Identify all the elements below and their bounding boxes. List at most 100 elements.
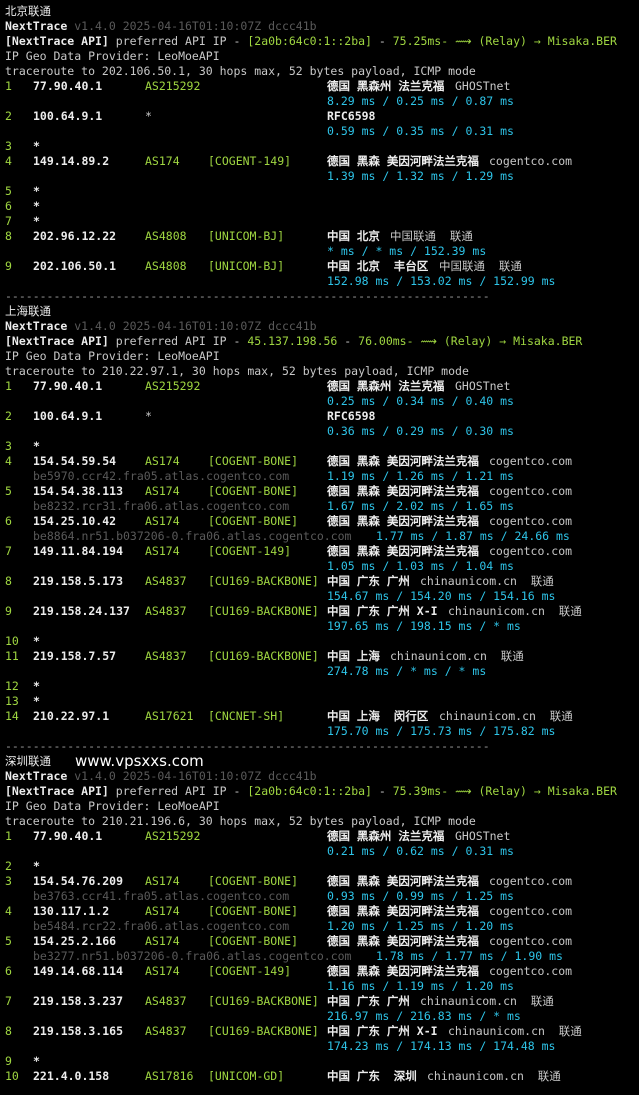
hop-tag: [COGENT-BONE] (208, 904, 299, 918)
hop-rtt: 1.67 ms / 2.02 ms / 1.65 ms (327, 499, 514, 513)
section-label-line: 上海联通 (5, 304, 639, 319)
hop-org: cogentco.com (489, 904, 573, 918)
hop-number: 6 (5, 964, 12, 978)
hop-number: 12 (5, 679, 19, 693)
api-ip: 45.137.198.56 (247, 334, 338, 348)
hop-row: 10 221.4.0.158 AS17816 [UNICOM-GD] 中国 广东 深圳 c… (5, 1069, 639, 1084)
hop-ip: * (33, 214, 40, 228)
api-latency: 76.00ms (358, 334, 407, 348)
hop-number: 11 (5, 649, 19, 663)
hop-number: 5 (5, 934, 12, 948)
hop-asn: AS4808 (145, 259, 187, 273)
hop-ip: 77.90.40.1 (33, 79, 103, 93)
hop-number: 9 (5, 604, 12, 618)
section-label: 深圳联通 (5, 754, 51, 768)
hop-tag: [CU169-BACKBONE] (208, 649, 319, 663)
hop-tag: [CU169-BACKBONE] (208, 994, 319, 1008)
terminal-output: 北京联通 NextTrace v1.4.0 2025-04-16T01:10:07… (0, 0, 639, 1084)
api-prefix: [NextTrace API] (5, 334, 109, 348)
hop-asn: AS174 (145, 934, 180, 948)
hop-row: 1 77.90.40.1 AS215292 德国 黑森州 法兰克福 GHOSTnet (5, 829, 639, 844)
hop-rtt: 197.65 ms / 198.15 ms / * ms (327, 619, 521, 633)
traceroute-header: traceroute to 202.106.50.1, 30 hops max,… (5, 64, 476, 78)
hop-org: GHOSTnet (455, 829, 511, 843)
hop-ip: * (33, 184, 40, 198)
geo-provider-line: IP Geo Data Provider: LeoMoeAPI (5, 349, 639, 364)
hop-asn: AS215292 (145, 379, 201, 393)
hop-number: 8 (5, 229, 12, 243)
hop-row: 7 219.158.3.237 AS4837 [CU169-BACKBONE] 中国 广… (5, 994, 639, 1009)
hop-geo: RFC6598 (327, 109, 376, 123)
hop-number: 1 (5, 379, 12, 393)
hop-ip: 221.4.0.158 (33, 1069, 110, 1083)
hop-number: 7 (5, 544, 12, 558)
traceroute-line: traceroute to 210.22.97.1, 30 hops max, … (5, 364, 639, 379)
hop-rtt: 274.78 ms / * ms / * ms (327, 664, 487, 678)
hop-org: cogentco.com (489, 544, 573, 558)
hop-rdns: be5484.rcr22.fra06.atlas.cogentco.com (33, 919, 290, 933)
hop-asn: AS215292 (145, 829, 201, 843)
hop-detail-row: 1.05 ms / 1.03 ms / 1.04 ms (5, 559, 639, 574)
geo-provider-line: IP Geo Data Provider: LeoMoeAPI (5, 49, 639, 64)
api-line: [NextTrace API] preferred API IP - 45.13… (5, 334, 639, 349)
hop-org: 中国联通 联通 (439, 259, 522, 273)
hop-number: 4 (5, 904, 12, 918)
hop-ip: 130.117.1.2 (33, 904, 110, 918)
api-relay: - ⟿ (Relay) → Misaka.BER (406, 334, 583, 348)
hop-rtt: 1.39 ms / 1.32 ms / 1.29 ms (327, 169, 514, 183)
hop-row: 7 * (5, 214, 639, 229)
hop-rtt: 174.23 ms / 174.13 ms / 174.48 ms (327, 1039, 556, 1053)
hop-row: 14 210.22.97.1 AS17621 [CNCNET-SH] 中国 上海 闵行区… (5, 709, 639, 724)
hop-number: 3 (5, 874, 12, 888)
hop-geo: 中国 广东 广州 (327, 994, 410, 1008)
hop-geo: 中国 北京 丰台区 (327, 259, 429, 273)
hop-rtt: 154.67 ms / 154.20 ms / 154.16 ms (327, 589, 556, 603)
hop-asn: AS4837 (145, 1024, 187, 1038)
hop-row: 2 100.64.9.1 * RFC6598 (5, 109, 639, 124)
hop-geo: 德国 黑森州 法兰克福 (327, 829, 445, 843)
hop-tag: [CU169-BACKBONE] (208, 604, 319, 618)
hop-row: 7 149.11.84.194 AS174 [COGENT-149] 德国 黑森 美因河… (5, 544, 639, 559)
hop-rtt: 1.20 ms / 1.25 ms / 1.20 ms (327, 919, 514, 933)
hop-detail-row: 216.97 ms / 216.83 ms / * ms (5, 1009, 639, 1024)
hop-row: 9 219.158.24.137 AS4837 [CU169-BACKBONE] 中国 … (5, 604, 639, 619)
section-label: 上海联通 (5, 304, 51, 318)
hop-ip: 100.64.9.1 (33, 409, 103, 423)
hop-tag: [UNICOM-GD] (208, 1069, 285, 1083)
geo-provider-line: IP Geo Data Provider: LeoMoeAPI (5, 799, 639, 814)
hop-tag: [UNICOM-BJ] (208, 229, 285, 243)
hop-rtt: 0.59 ms / 0.35 ms / 0.31 ms (327, 124, 514, 138)
hop-detail-row: 0.59 ms / 0.35 ms / 0.31 ms (5, 124, 639, 139)
api-latency: 75.25ms (392, 34, 442, 48)
hop-asn: AS17621 (145, 709, 194, 723)
hop-ip: 219.158.3.237 (33, 994, 124, 1008)
hop-row: 8 202.96.12.22 AS4808 [UNICOM-BJ] 中国 北京 中国联通 … (5, 229, 639, 244)
hop-detail-row: 0.25 ms / 0.34 ms / 0.40 ms (5, 394, 639, 409)
api-text: preferred API IP - (108, 334, 248, 348)
hop-ip: 202.106.50.1 (33, 259, 117, 273)
hop-rtt: * ms / * ms / 152.39 ms (327, 244, 487, 258)
hop-number: 10 (5, 1069, 19, 1083)
hop-ip: 202.96.12.22 (33, 229, 117, 243)
hop-rtt: 1.77 ms / 1.87 ms / 24.66 ms (376, 529, 570, 543)
api-info: [NextTrace API] preferred API IP - [2a0b… (5, 34, 617, 49)
hop-rdns: be5970.ccr42.fra05.atlas.cogentco.com (33, 469, 290, 483)
hop-tag: [CU169-BACKBONE] (208, 1024, 319, 1038)
hop-detail-row: 154.67 ms / 154.20 ms / 154.16 ms (5, 589, 639, 604)
hop-geo: 德国 黑森 美因河畔法兰克福 (327, 154, 479, 168)
traceroute-line: traceroute to 210.21.196.6, 30 hops max,… (5, 814, 639, 829)
api-sep: - (337, 334, 359, 348)
hop-rtt: 8.29 ms / 0.25 ms / 0.87 ms (327, 94, 514, 108)
hop-tag: [COGENT-BONE] (208, 484, 299, 498)
hop-asn: AS4808 (145, 229, 187, 243)
hop-geo: 德国 黑森 美因河畔法兰克福 (327, 964, 479, 978)
hop-org: cogentco.com (489, 934, 573, 948)
hop-ip: 154.54.76.209 (33, 874, 124, 888)
version-line: NextTrace v1.4.0 2025-04-16T01:10:07Z dc… (5, 319, 639, 334)
hop-ip: 219.158.7.57 (33, 649, 117, 663)
hop-number: 1 (5, 79, 12, 93)
api-prefix: [NextTrace API] (5, 34, 109, 48)
version-text: NextTrace v1.4.0 2025-04-16T01:10:07Z dc… (5, 769, 317, 783)
hop-number: 4 (5, 154, 12, 168)
hop-geo: 中国 上海 闵行区 (327, 709, 429, 723)
